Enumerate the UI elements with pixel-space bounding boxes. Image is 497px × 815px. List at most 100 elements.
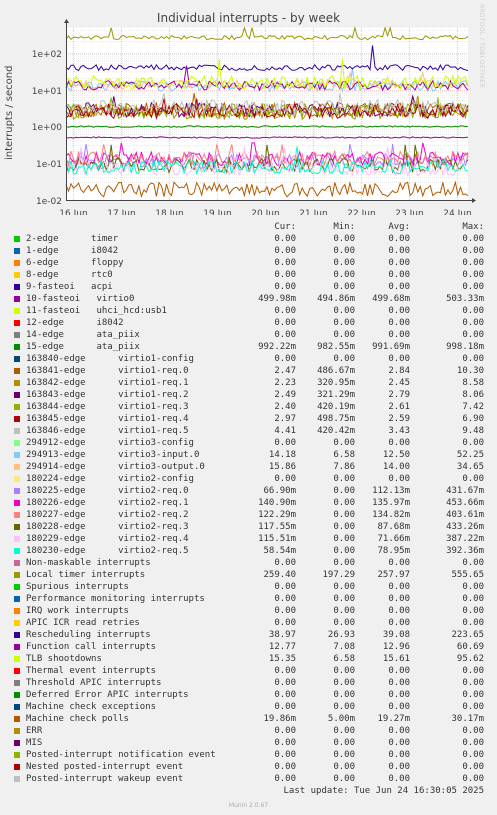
legend-cur-value: 0.00 [274, 762, 296, 772]
legend-cur-value: 2.97 [274, 414, 296, 424]
legend-cur-value: 2.49 [274, 390, 296, 400]
legend-avg-value: 0.00 [388, 678, 410, 688]
legend-row: ERR 0.00 0.00 0.00 0.00 [0, 725, 497, 737]
x-tick-label: 23 Jun [395, 209, 423, 215]
legend-series-name: 6-edge floppy [26, 258, 124, 268]
legend-row: 180227-edge virtio2-req.2 122.29m 0.00 134.… [0, 509, 497, 521]
legend-swatch [14, 668, 20, 674]
x-tick-label: 22 Jun [347, 209, 375, 215]
legend-row: 8-edge rtc0 0.00 0.00 0.00 0.00 [0, 269, 497, 281]
legend-row: Thermal event interrupts 0.00 0.00 0.00 0.00 [0, 665, 497, 677]
legend-series-name: TLB shootdowns [26, 654, 102, 664]
legend-max-value: 0.00 [462, 726, 484, 736]
legend-avg-value: 12.96 [382, 642, 410, 652]
legend-swatch [14, 560, 20, 566]
y-tick-label: 1e+02 [32, 50, 62, 60]
legend-max-value: 0.00 [462, 558, 484, 568]
legend-swatch [14, 428, 20, 434]
legend-series-name: 180227-edge virtio2-req.2 [26, 510, 189, 520]
y-axis-label: interrupts / second [4, 65, 15, 160]
legend-avg-value: 991.69m [372, 342, 410, 352]
legend-avg-value: 0.00 [388, 594, 410, 604]
legend-series-name: 2-edge timer [26, 234, 119, 244]
legend-series-name: Spurious interrupts [26, 582, 129, 592]
legend-swatch [14, 488, 20, 494]
legend-min-value: 7.86 [333, 462, 355, 472]
legend-series-name: Deferred Error APIC interrupts [26, 690, 189, 700]
legend-swatch [14, 632, 20, 638]
legend-avg-value: 2.61 [388, 402, 410, 412]
chart-canvas: 1e+02 1e+01 1e+00 1e-01 1e-02 16 Jun 17 Jun 18 … [32, 19, 476, 215]
legend-max-value: 8.06 [462, 390, 484, 400]
x-tick-label: 20 Jun [251, 209, 279, 215]
legend-row: 14-edge ata_piix 0.00 0.00 0.00 0.00 [0, 329, 497, 341]
legend-row: 180225-edge virtio2-req.0 66.90m 0.00 112.1… [0, 485, 497, 497]
legend-cur-value: 0.00 [274, 330, 296, 340]
legend-cur-value: 12.77 [268, 642, 296, 652]
legend-swatch [14, 740, 20, 746]
legend-cur-value: 259.40 [263, 570, 296, 580]
legend-row: Local timer interrupts 259.40 197.29 257.97… [0, 569, 497, 581]
legend-cur-value: 2.47 [274, 366, 296, 376]
legend-max-value: 0.00 [462, 474, 484, 484]
legend-avg-value: 134.82m [372, 510, 410, 520]
legend-cur-value: 0.00 [274, 678, 296, 688]
munin-version: Munin 2.0.67 [228, 802, 269, 809]
legend-max-value: 387.22m [446, 534, 484, 544]
legend-swatch [14, 464, 20, 470]
legend-min-value: 0.00 [333, 666, 355, 676]
legend-swatch [14, 392, 20, 398]
legend-avg-value: 0.00 [388, 438, 410, 448]
legend-swatch [14, 584, 20, 590]
legend-cur-value: 499.98m [258, 294, 296, 304]
legend-swatch [14, 704, 20, 710]
legend-row: Machine check exceptions 0.00 0.00 0.00 0.00 [0, 701, 497, 713]
legend-avg-value: 71.66m [377, 534, 410, 544]
legend-max-value: 0.00 [462, 618, 484, 628]
x-axis-arrow [472, 198, 476, 203]
legend-avg-value: 0.00 [388, 246, 410, 256]
legend-min-value: 0.00 [333, 522, 355, 532]
legend-min-value: 0.00 [333, 498, 355, 508]
legend-max-value: 34.65 [456, 462, 484, 472]
legend-swatch [14, 236, 20, 242]
legend-cur-value: 0.00 [274, 438, 296, 448]
legend-row: 180229-edge virtio2-req.4 115.51m 0.00 71.6… [0, 533, 497, 545]
legend-min-value: 0.00 [333, 546, 355, 556]
legend-series-name: 163846-edge virtio1-req.5 [26, 426, 189, 436]
legend-series-name: 15-edge ata_piix [26, 342, 140, 352]
legend-min-value: 420.19m [317, 402, 355, 412]
legend-series-name: 14-edge ata_piix [26, 330, 140, 340]
legend-max-value: 0.00 [462, 690, 484, 700]
legend-cur-value: 992.22m [258, 342, 296, 352]
legend-swatch [14, 320, 20, 326]
legend-min-value: 420.42m [317, 426, 355, 436]
legend-cur-value: 0.00 [274, 354, 296, 364]
legend-max-value: 0.00 [462, 246, 484, 256]
legend-series-name: ERR [26, 726, 43, 736]
legend-min-value: 0.00 [333, 318, 355, 328]
legend-swatch [14, 356, 20, 362]
legend-min-value: 0.00 [333, 750, 355, 760]
legend-min-value: 0.00 [333, 690, 355, 700]
legend-cur-value: 58.54m [263, 546, 296, 556]
legend-min-value: 6.58 [333, 654, 355, 664]
legend-min-value: 486.67m [317, 366, 355, 376]
legend-swatch [14, 344, 20, 350]
legend-max-value: 392.36m [446, 546, 484, 556]
legend-series-name: 1-edge i8042 [26, 246, 119, 256]
legend-cur-value: 115.51m [258, 534, 296, 544]
legend-max-value: 60.69 [456, 642, 484, 652]
legend-min-value: 7.08 [333, 642, 355, 652]
legend-row: 163840-edge virtio1-config 0.00 0.00 0.00 0.… [0, 353, 497, 365]
legend-series-name: Machine check exceptions [26, 702, 157, 712]
legend-min-value: 0.00 [333, 594, 355, 604]
y-tick-label: 1e-01 [36, 160, 62, 170]
legend-cur-value: 0.00 [274, 474, 296, 484]
legend-avg-value: 135.97m [372, 498, 410, 508]
legend-series-name: 180226-edge virtio2-req.1 [26, 498, 189, 508]
legend-max-value: 9.48 [462, 426, 484, 436]
legend-avg-value: 0.00 [388, 762, 410, 772]
legend-swatch [14, 644, 20, 650]
legend-series-name: 9-fasteoi acpi [26, 282, 113, 292]
